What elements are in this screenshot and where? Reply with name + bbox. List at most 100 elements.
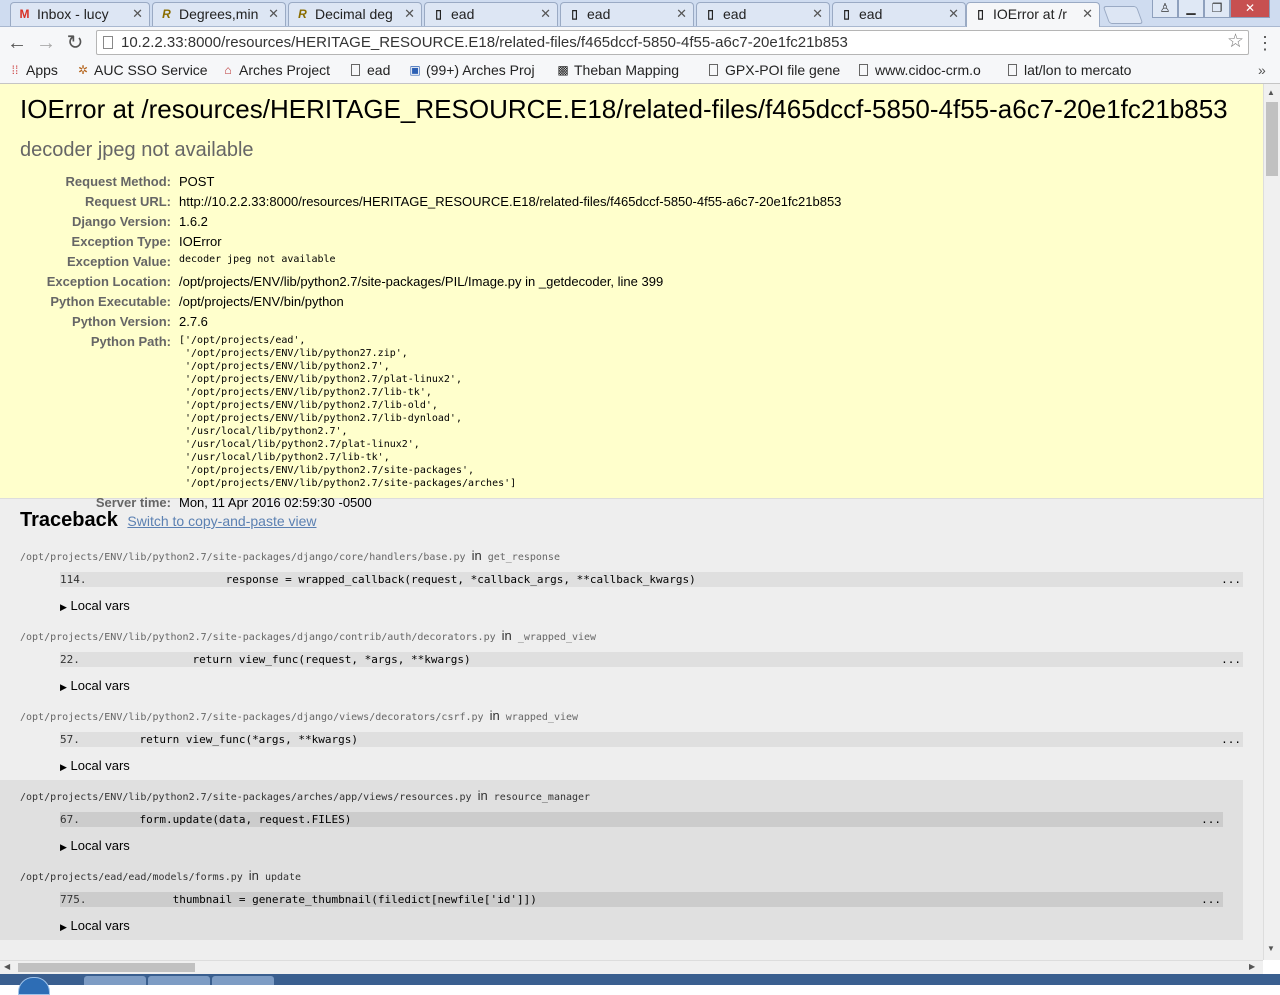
traceback-heading: Traceback Switch to copy-and-paste view [20, 509, 1243, 532]
vertical-scrollbar[interactable]: ▲ ▼ [1263, 84, 1280, 960]
bookmark-label: ead [367, 62, 391, 78]
tab-4[interactable]: ▯ ead ✕ [560, 2, 694, 26]
bookmark-label: Arches Project [239, 62, 331, 78]
vertical-scroll-thumb[interactable] [1266, 102, 1278, 176]
taskbar-chrome[interactable] [212, 976, 274, 985]
expand-context-dots[interactable]: ... [1221, 572, 1241, 587]
tab-0[interactable]: M Inbox - lucy ✕ [10, 2, 150, 26]
copy-paste-view-link[interactable]: Switch to copy-and-paste view [127, 513, 316, 529]
meta-label: Django Version: [72, 214, 171, 229]
minimize-button[interactable]: ▁ [1178, 0, 1204, 18]
bookmark-auc-sso[interactable]: ✲ AUC SSO Service [76, 59, 212, 83]
code-text: thumbnail = generate_thumbnail(filedict[… [93, 893, 537, 906]
context-line[interactable]: 57. return view_func(*args, **kwargs)... [60, 732, 1243, 747]
bookmark-cidoc-crm[interactable]: www.cidoc-crm.o [857, 59, 993, 83]
tab-6[interactable]: ▯ ead ✕ [832, 2, 966, 26]
bookmark-label: (99+) Arches Proj [426, 62, 535, 78]
tab-3[interactable]: ▯ ead ✕ [424, 2, 558, 26]
close-icon[interactable]: ✕ [540, 3, 551, 25]
context-line[interactable]: 114. response = wrapped_callback(request… [60, 572, 1243, 587]
horizontal-scrollbar[interactable]: ◀ ▶ [0, 960, 1263, 974]
close-icon[interactable]: ✕ [268, 3, 279, 25]
tab-7-active[interactable]: ▯ IOError at /r ✕ [966, 2, 1100, 27]
local-vars-toggle[interactable]: ▶ Local vars [60, 918, 1223, 933]
context-line[interactable]: 67. form.update(data, request.FILES)... [60, 812, 1223, 827]
url-text[interactable]: 10.2.2.33:8000/resources/HERITAGE_RESOUR… [121, 31, 848, 54]
context-line[interactable]: 22. return view_func(request, *args, **k… [60, 652, 1243, 667]
traceback-frame: /opt/projects/ENV/lib/python2.7/site-pac… [20, 620, 1243, 700]
page-icon [859, 64, 868, 76]
new-tab-button[interactable] [1102, 6, 1144, 24]
triangle-right-icon: ▶ [60, 842, 67, 852]
bookmark-apps[interactable]: ⁞⁞ Apps [8, 59, 68, 83]
tab-2[interactable]: R Decimal deg ✕ [288, 2, 422, 26]
close-icon[interactable]: ✕ [404, 3, 415, 25]
close-window-button[interactable]: ✕ [1230, 0, 1270, 18]
back-button[interactable]: ← [5, 31, 29, 55]
frame-function: resource_manager [493, 792, 591, 803]
menu-icon[interactable]: ⋮ [1256, 31, 1274, 55]
local-vars-label: Local vars [70, 598, 130, 613]
chevron-right-icon[interactable]: » [1258, 59, 1266, 81]
frame-location: /opt/projects/ENV/lib/python2.7/site-pac… [20, 548, 1243, 564]
maximize-button[interactable]: ❐ [1204, 0, 1230, 18]
start-button[interactable] [18, 977, 50, 995]
horizontal-scroll-thumb[interactable] [18, 963, 195, 972]
bookmark-label: GPX-POI file gene [725, 62, 841, 78]
scroll-down-arrow-icon[interactable]: ▼ [1267, 944, 1275, 953]
scroll-up-arrow-icon[interactable]: ▲ [1267, 88, 1275, 97]
frame-in: in [501, 628, 512, 643]
taskbar-explorer[interactable] [84, 976, 146, 985]
expand-context-dots[interactable]: ... [1201, 812, 1221, 827]
code-text: return view_func(request, *args, **kwarg… [86, 653, 471, 666]
taskbar-app[interactable] [148, 976, 210, 985]
star-icon[interactable]: ☆ [1227, 31, 1244, 53]
bookmark-arches-project[interactable]: ⌂ Arches Project [221, 59, 341, 83]
bookmark-ead[interactable]: ead [349, 59, 399, 83]
auc-icon: ✲ [77, 63, 89, 77]
meta-row: Exception Type: IOError [20, 232, 841, 252]
local-vars-toggle[interactable]: ▶ Local vars [60, 758, 1243, 773]
close-icon[interactable]: ✕ [132, 3, 143, 25]
meta-value: /opt/projects/ENV/lib/python2.7/site-pac… [179, 274, 664, 289]
page-icon: ▯ [435, 7, 442, 21]
reload-button[interactable]: ↻ [63, 31, 87, 55]
close-icon[interactable]: ✕ [1082, 3, 1093, 25]
local-vars-toggle[interactable]: ▶ Local vars [60, 598, 1243, 613]
page-icon: ▯ [707, 7, 714, 21]
frame-in: in [248, 868, 259, 883]
bookmark-arches-proj-group[interactable]: ▣ (99+) Arches Proj [408, 59, 544, 83]
meta-row: Request URL: http://10.2.2.33:8000/resour… [20, 192, 841, 212]
bookmark-theban-mapping[interactable]: ▩ Theban Mapping [556, 59, 694, 83]
python-path-cell: ['/opt/projects/ead', '/opt/projects/ENV… [179, 332, 841, 493]
tab-1[interactable]: R Degrees,min ✕ [152, 2, 286, 26]
tab-5[interactable]: ▯ ead ✕ [696, 2, 830, 26]
apps-grid-icon: ⁞⁞ [11, 63, 19, 77]
tab-label: Inbox - lucy [37, 6, 109, 22]
scroll-left-arrow-icon[interactable]: ◀ [4, 961, 10, 973]
traceback-frame: /opt/projects/ENV/lib/python2.7/site-pac… [20, 540, 1243, 620]
frame-in: in [489, 708, 500, 723]
meta-label: Request URL: [85, 194, 171, 209]
expand-context-dots[interactable]: ... [1221, 732, 1241, 747]
local-vars-toggle[interactable]: ▶ Local vars [60, 678, 1243, 693]
close-icon[interactable]: ✕ [676, 3, 687, 25]
bookmark-gpx-poi[interactable]: GPX-POI file gene [707, 59, 845, 83]
close-icon[interactable]: ✕ [948, 3, 959, 25]
forward-button[interactable]: → [34, 31, 58, 55]
expand-context-dots[interactable]: ... [1221, 652, 1241, 667]
page-icon [709, 64, 718, 76]
page-icon [1008, 64, 1017, 76]
scroll-right-arrow-icon[interactable]: ▶ [1249, 961, 1255, 973]
close-icon[interactable]: ✕ [812, 3, 823, 25]
user-icon[interactable]: ♙ [1152, 0, 1178, 18]
local-vars-toggle[interactable]: ▶ Local vars [60, 838, 1223, 853]
frame-file: /opt/projects/ENV/lib/python2.7/site-pac… [20, 632, 496, 643]
tab-strip: M Inbox - lucy ✕ R Degrees,min ✕ R Decimal de… [0, 0, 1280, 27]
bookmark-lat-lon[interactable]: lat/lon to mercato [1006, 59, 1142, 83]
context-line[interactable]: 775. thumbnail = generate_thumbnail(file… [60, 892, 1223, 907]
expand-context-dots[interactable]: ... [1201, 892, 1221, 907]
line-number: 775. [60, 893, 87, 906]
address-bar[interactable]: 10.2.2.33:8000/resources/HERITAGE_RESOUR… [96, 30, 1249, 55]
meta-row: Exception Location: /opt/projects/ENV/lib… [20, 272, 841, 292]
